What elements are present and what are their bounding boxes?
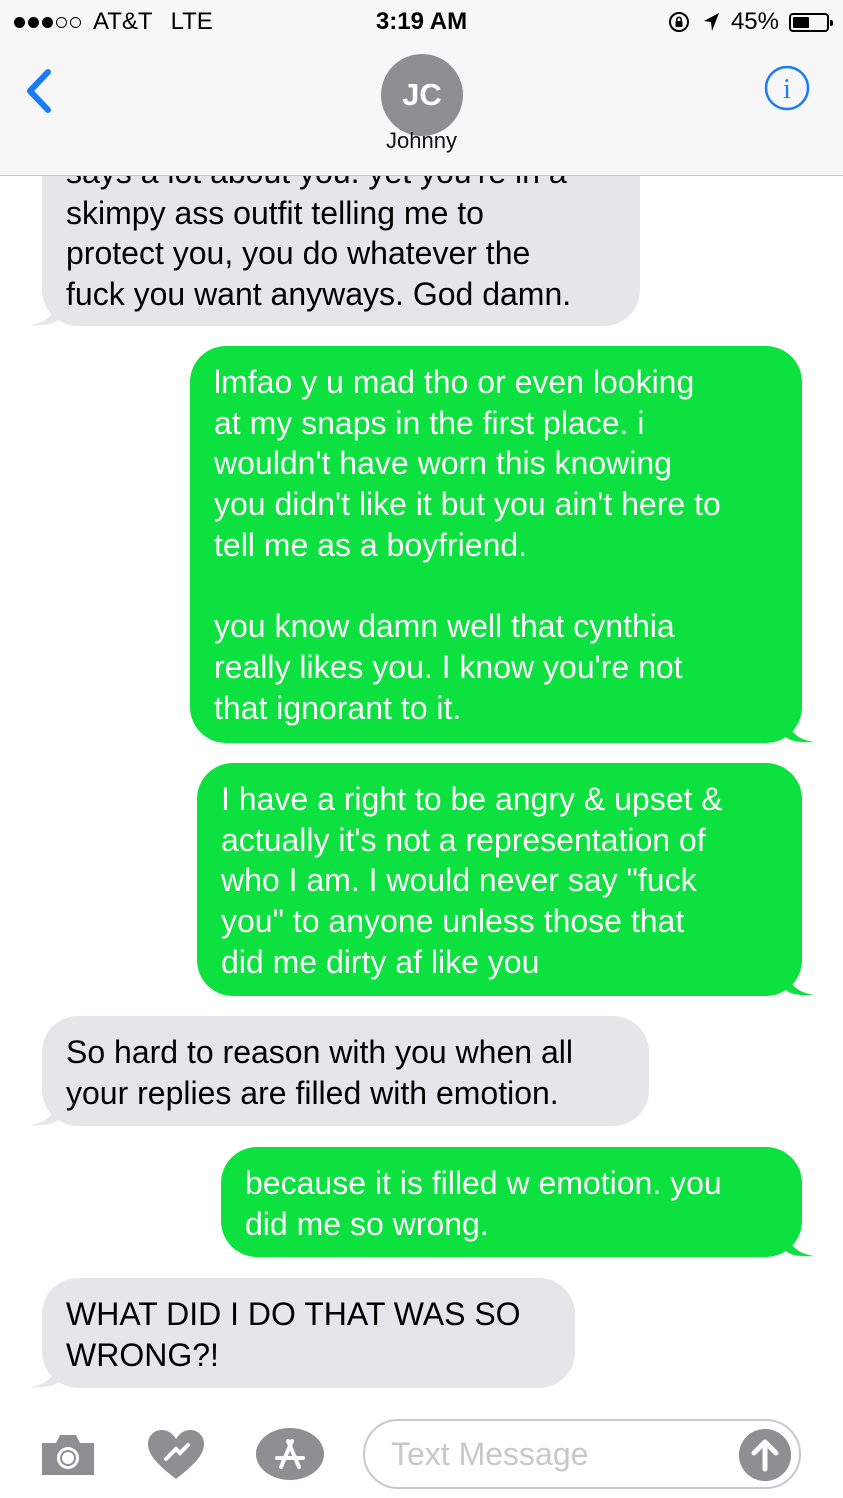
chevron-left-icon[interactable] (20, 66, 60, 116)
send-arrow-icon[interactable] (739, 1429, 791, 1481)
battery-icon (789, 12, 833, 32)
info-icon[interactable]: i (764, 65, 810, 111)
message-text: So hard to reason with you when all your… (66, 1034, 573, 1111)
message-text: I have a right to be angry & upset & act… (221, 781, 723, 980)
svg-text:i: i (783, 74, 791, 105)
battery-percent: 45% (730, 8, 779, 35)
message-text: because it is filled w emotion. you did … (245, 1165, 722, 1242)
contact-name[interactable]: Johnny (0, 128, 843, 154)
camera-icon[interactable] (38, 1431, 98, 1479)
message-input-placeholder: Text Message (391, 1436, 589, 1472)
message-bubble-incoming[interactable]: So hard to reason with you when all your… (30, 1016, 649, 1126)
status-right: 45% (667, 8, 833, 36)
message-bubble-incoming[interactable]: says a lot about you. yet you're in a sk… (30, 175, 640, 326)
app-store-icon[interactable] (255, 1427, 325, 1481)
rotation-lock-icon (668, 12, 689, 32)
message-bubble-outgoing[interactable]: I have a right to be angry & upset & act… (197, 763, 814, 996)
avatar-initials: JC (402, 77, 442, 112)
message-input[interactable]: Text Message (363, 1419, 801, 1489)
message-bubble-outgoing[interactable]: because it is filled w emotion. you did … (221, 1147, 814, 1257)
avatar[interactable]: JC (381, 54, 463, 136)
message-text: WHAT DID I DO THAT WAS SO WRONG?! (66, 1296, 521, 1373)
status-bar: AT&T LTE 3:19 AM 45% (0, 0, 843, 42)
message-text: says a lot about you. yet you're in a sk… (66, 175, 572, 313)
message-text: lmfao y u mad tho or even looking at my … (214, 364, 721, 726)
message-bubble-outgoing[interactable]: lmfao y u mad tho or even looking at my … (190, 346, 814, 743)
digital-touch-icon[interactable] (146, 1429, 206, 1481)
location-arrow-icon (703, 13, 719, 31)
conversation-header: JC Johnny i (0, 42, 843, 176)
message-bubble-incoming[interactable]: WHAT DID I DO THAT WAS SO WRONG?! (30, 1278, 575, 1388)
message-thread[interactable]: says a lot about you. yet you're in a sk… (0, 175, 843, 1405)
compose-bar: Text Message (0, 1405, 843, 1498)
